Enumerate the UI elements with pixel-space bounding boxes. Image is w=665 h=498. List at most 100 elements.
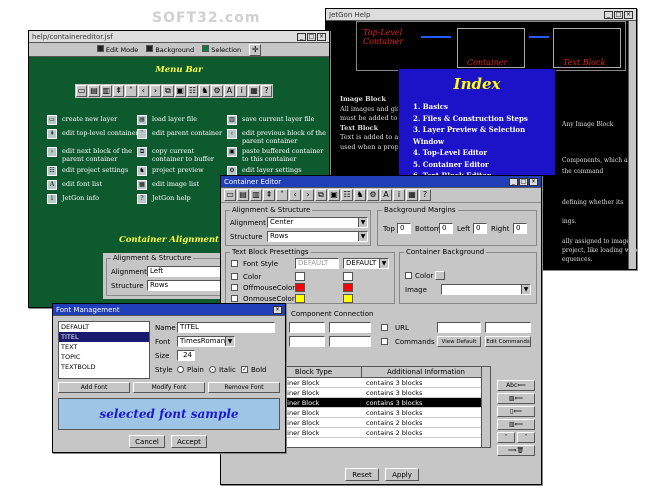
chevron-down-icon[interactable]: ▼ (358, 232, 367, 241)
font-list-item[interactable]: TITEL (59, 332, 149, 342)
add-container-block-icon[interactable]: ▯⟸ (497, 406, 535, 417)
minimize-icon[interactable]: _ (509, 177, 518, 186)
edit-previous-icon[interactable]: ‹ (289, 189, 301, 201)
font-name-input[interactable]: TITEL (177, 322, 275, 333)
layer-settings-icon[interactable]: ⚙ (211, 85, 223, 97)
margin-left-input[interactable]: 0 (473, 223, 487, 234)
close-icon[interactable]: × (317, 32, 326, 41)
project-preview-icon[interactable]: ♞ (199, 85, 211, 97)
edit-commands-button[interactable]: Edit Commands (485, 336, 531, 347)
accept-button[interactable]: Accept (171, 435, 207, 448)
color-swatch[interactable] (295, 272, 305, 281)
remove-font-button[interactable]: Remove Font (208, 382, 280, 393)
offmouse-swatch-2[interactable] (343, 283, 353, 292)
font-list-item[interactable]: DEFAULT (59, 322, 149, 332)
font-style-checkbox[interactable] (231, 260, 238, 267)
font-style-field[interactable]: DEFAULT (295, 258, 339, 269)
close-icon[interactable]: × (529, 177, 538, 186)
chevron-down-icon[interactable]: ▼ (225, 337, 234, 346)
bold-checkbox[interactable]: ✓ (241, 366, 248, 373)
reset-button[interactable]: Reset (345, 468, 379, 481)
chevron-down-icon[interactable]: ▼ (379, 259, 388, 268)
url-field-1[interactable] (437, 322, 481, 333)
modify-font-button[interactable]: Modify Font (133, 382, 205, 393)
plain-radio[interactable] (177, 366, 184, 373)
italic-radio[interactable] (209, 366, 216, 373)
close-icon[interactable]: × (624, 10, 633, 19)
margin-right-input[interactable]: 0 (513, 223, 527, 234)
connection-field-4[interactable] (329, 336, 371, 347)
connection-field-3[interactable] (289, 336, 325, 347)
move-down-icon[interactable]: ˅ (517, 432, 535, 443)
font-size-input[interactable]: 24 (177, 350, 195, 361)
font-style-select[interactable]: DEFAULT ▼ (343, 258, 389, 269)
apply-button[interactable]: Apply (385, 468, 419, 481)
edit-mode-toggle[interactable]: Edit Mode (96, 45, 138, 54)
font-list-icon[interactable]: A (380, 189, 392, 201)
container-editor-help-titlebar[interactable]: help/containereditor.jsf _ □ × (29, 31, 329, 43)
index-item[interactable]: 2. Files & Construction Steps (413, 113, 555, 125)
connection-field-1[interactable] (289, 322, 325, 333)
offmouse-swatch[interactable] (295, 283, 305, 292)
maximize-icon[interactable]: □ (614, 10, 623, 19)
image-list-icon[interactable]: ▦ (406, 189, 418, 201)
bg-color-checkbox[interactable] (405, 272, 412, 279)
color-swatch-2[interactable] (343, 272, 353, 281)
edit-parent-icon[interactable]: ˄ (276, 189, 288, 201)
color-checkbox[interactable] (231, 273, 238, 280)
edit-top-level-icon[interactable]: ⇞ (263, 189, 275, 201)
structure-select[interactable]: Rows ▼ (267, 231, 368, 242)
font-list-item[interactable]: TOPIC (59, 352, 149, 362)
back-structure-select[interactable]: Rows (147, 280, 221, 291)
background-toggle[interactable]: Background (146, 45, 194, 54)
chevron-down-icon[interactable]: ▼ (358, 218, 367, 227)
margin-top-input[interactable]: 0 (397, 223, 411, 234)
close-icon[interactable]: × (273, 305, 282, 314)
commands-checkbox[interactable] (381, 338, 388, 345)
save-layer-icon[interactable]: ▥ (250, 189, 262, 201)
add-text-block-icon[interactable]: Abc⟸ (497, 380, 535, 391)
add-font-button[interactable]: Add Font (58, 382, 130, 393)
edit-next-icon[interactable]: › (302, 189, 314, 201)
margin-bottom-input[interactable]: 0 (439, 223, 453, 234)
crosshair-icon[interactable]: ✛ (249, 43, 262, 56)
edit-parent-icon[interactable]: ˄ (125, 85, 137, 97)
font-list[interactable]: DEFAULT TITEL TEXT TOPIC TEXTBOLD (58, 321, 150, 379)
index-item[interactable]: 4. Top-Level Editor (413, 147, 555, 159)
layer-settings-icon[interactable]: ⚙ (367, 189, 379, 201)
font-list-item[interactable]: TEXT (59, 342, 149, 352)
project-settings-icon[interactable]: ☷ (186, 85, 199, 97)
minimize-icon[interactable]: _ (604, 10, 613, 19)
edit-previous-icon[interactable]: ‹ (137, 85, 149, 97)
index-item[interactable]: 3. Layer Preview & Selection Window (413, 124, 555, 147)
paste-buffer-icon[interactable]: ▣ (174, 85, 186, 97)
info-icon[interactable]: i (236, 85, 248, 97)
bg-image-select[interactable]: ▼ (441, 284, 531, 295)
connection-field-2[interactable] (329, 322, 371, 333)
container-editor-titlebar[interactable]: Container Editor _ □ × (221, 176, 541, 188)
maximize-icon[interactable]: □ (519, 177, 528, 186)
save-layer-icon[interactable]: ▥ (100, 85, 112, 97)
add-component-icon[interactable]: ▥⟸ (497, 419, 535, 430)
onmouse-checkbox[interactable] (231, 295, 238, 302)
table-scrollbar[interactable] (481, 366, 491, 448)
index-item[interactable]: 5. Container Editor (413, 159, 555, 171)
move-up-icon[interactable]: ˄ (497, 432, 515, 443)
font-list-icon[interactable]: A (223, 85, 236, 97)
bg-color-swatch[interactable] (435, 271, 445, 280)
selection-toggle[interactable]: Selection (202, 45, 241, 54)
copy-buffer-icon[interactable]: ⧉ (162, 85, 174, 97)
delete-block-icon[interactable]: ⟹🗑 (497, 445, 535, 456)
index-item[interactable]: 1. Basics (413, 101, 555, 113)
copy-buffer-icon[interactable]: ⧉ (315, 189, 327, 201)
project-settings-icon[interactable]: ☷ (341, 189, 353, 201)
alignment-select[interactable]: Center ▼ (267, 217, 368, 228)
load-layer-icon[interactable]: ▤ (88, 85, 100, 97)
info-icon[interactable]: i (393, 189, 405, 201)
onmouse-swatch[interactable] (295, 294, 305, 303)
chevron-down-icon[interactable]: ▼ (521, 285, 530, 294)
table-header-info[interactable]: Additional Information (362, 367, 490, 377)
font-list-item[interactable]: TEXTBOLD (59, 362, 149, 372)
cancel-button[interactable]: Cancel (129, 435, 165, 448)
image-list-icon[interactable]: ▦ (248, 85, 260, 97)
